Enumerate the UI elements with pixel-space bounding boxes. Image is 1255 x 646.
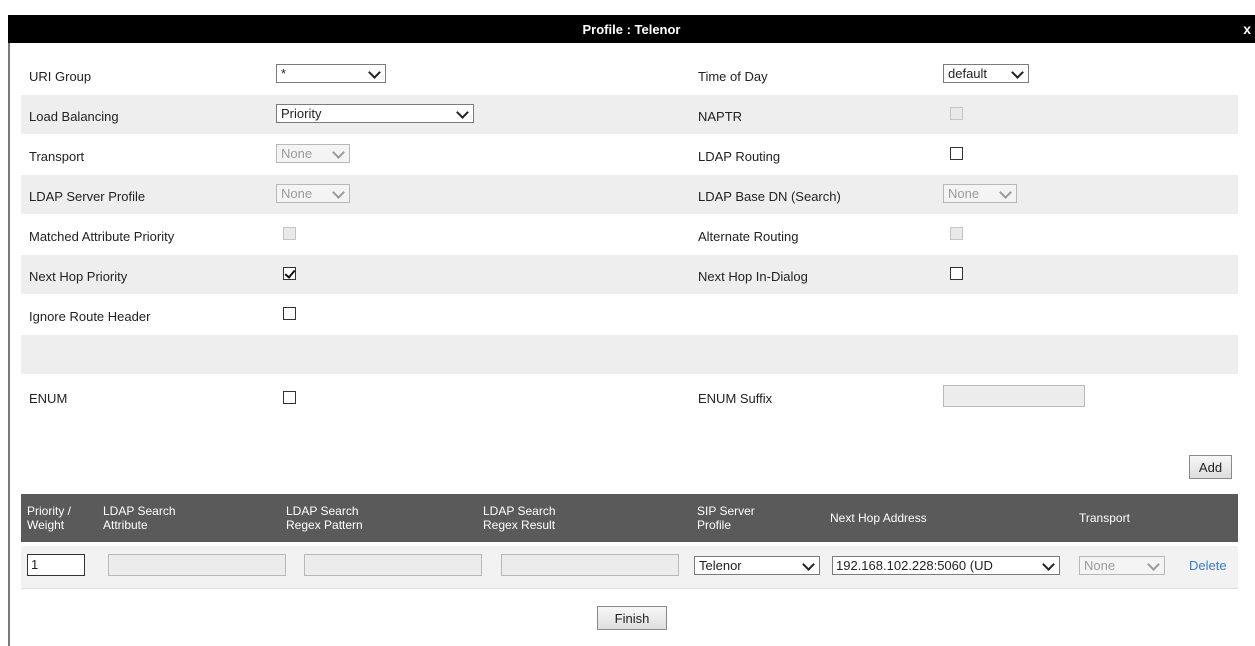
ldap-search-attribute-input[interactable]: [108, 554, 286, 576]
sip-server-profile-select[interactable]: Telenor: [694, 556, 820, 575]
enum-suffix-input[interactable]: [943, 385, 1085, 407]
alternate-routing-checkbox[interactable]: [950, 227, 963, 240]
form-row: ENUM ENUM Suffix: [21, 375, 1238, 418]
ldap-routing-checkbox[interactable]: [950, 147, 963, 160]
form-row: Next Hop Priority Next Hop In-Dialog: [21, 255, 1238, 295]
ignore-route-header-label: Ignore Route Header: [29, 309, 151, 324]
header-ldap-search-attribute: LDAP Search Attribute: [103, 504, 176, 532]
transport-row-select[interactable]: None: [1079, 556, 1165, 575]
header-ldap-regex-pattern: LDAP Search Regex Pattern: [286, 504, 363, 532]
matched-attribute-priority-label: Matched Attribute Priority: [29, 229, 175, 244]
enum-label: ENUM: [29, 391, 68, 406]
form-row: Transport None LDAP Routing: [21, 135, 1238, 175]
finish-button[interactable]: Finish: [597, 606, 667, 630]
form-row-spacer: [21, 335, 1238, 375]
ldap-regex-pattern-input[interactable]: [304, 554, 482, 576]
ldap-base-dn-select[interactable]: None: [943, 184, 1017, 203]
load-balancing-label: Load Balancing: [29, 109, 119, 124]
profile-form: URI Group * Time of Day default Load Bal…: [21, 55, 1238, 418]
transport-row-value: None: [1084, 558, 1116, 573]
load-balancing-select[interactable]: Priority: [276, 104, 474, 123]
form-row: Ignore Route Header: [21, 295, 1238, 335]
chevron-down-icon: [1042, 558, 1055, 571]
ldap-server-profile-select[interactable]: None: [276, 184, 350, 203]
next-hop-priority-checkbox[interactable]: [283, 267, 296, 280]
header-transport: Transport: [1079, 511, 1130, 525]
header-next-hop-address: Next Hop Address: [830, 511, 927, 525]
header-text: LDAP Search: [103, 504, 176, 518]
header-text: LDAP Search: [483, 504, 556, 518]
chevron-down-icon: [802, 558, 815, 571]
time-of-day-value: default: [948, 66, 988, 81]
priority-cell: 1: [27, 554, 85, 576]
header-text: Profile: [697, 518, 732, 532]
header-text: Priority /: [27, 504, 72, 518]
transport-label: Transport: [29, 149, 85, 164]
header-text: Weight: [27, 518, 65, 532]
header-text: Regex Pattern: [286, 518, 363, 532]
form-row: URI Group * Time of Day default: [21, 55, 1238, 95]
header-text: Regex Result: [483, 518, 556, 532]
header-ldap-regex-result: LDAP Search Regex Result: [483, 504, 556, 532]
ldap-base-dn-value: None: [948, 186, 980, 201]
chevron-down-icon: [368, 66, 381, 79]
chevron-down-icon: [456, 106, 469, 119]
close-icon[interactable]: x: [1243, 21, 1251, 37]
enum-checkbox[interactable]: [283, 391, 296, 404]
naptr-checkbox[interactable]: [950, 107, 963, 120]
header-text: Attribute: [103, 518, 148, 532]
chevron-down-icon: [1147, 558, 1160, 571]
header-priority-weight: Priority / Weight: [27, 504, 71, 532]
form-row: LDAP Server Profile None LDAP Base DN (S…: [21, 175, 1238, 215]
next-hop-in-dialog-checkbox[interactable]: [950, 267, 963, 280]
next-hop-in-dialog-label: Next Hop In-Dialog: [698, 269, 808, 284]
matched-attribute-priority-checkbox[interactable]: [283, 227, 296, 240]
add-button[interactable]: Add: [1189, 455, 1232, 479]
time-of-day-select[interactable]: default: [943, 64, 1029, 83]
ldap-server-profile-value: None: [281, 186, 313, 201]
ignore-route-header-checkbox[interactable]: [283, 307, 296, 320]
header-text: SIP Server: [697, 504, 755, 518]
next-hop-address-value: 192.168.102.228:5060 (UD: [836, 558, 993, 573]
uri-group-select[interactable]: *: [276, 64, 386, 83]
next-hop-table-header: Priority / Weight LDAP Search Attribute …: [21, 494, 1238, 542]
priority-input[interactable]: 1: [27, 554, 85, 576]
chevron-down-icon: [332, 146, 345, 159]
naptr-label: NAPTR: [698, 109, 743, 124]
transport-select[interactable]: None: [276, 144, 350, 163]
sip-server-profile-value: Telenor: [699, 558, 742, 573]
chevron-down-icon: [1011, 66, 1024, 79]
chevron-down-icon: [332, 186, 345, 199]
delete-link[interactable]: Delete: [1189, 558, 1227, 573]
ldap-routing-label: LDAP Routing: [698, 149, 781, 164]
uri-group-value: *: [281, 66, 287, 81]
uri-group-label: URI Group: [29, 69, 92, 84]
ldap-server-profile-label: LDAP Server Profile: [29, 189, 146, 204]
enum-suffix-label: ENUM Suffix: [698, 391, 773, 406]
time-of-day-label: Time of Day: [698, 69, 768, 84]
chevron-down-icon: [999, 186, 1012, 199]
table-row: 1 Telenor 192.168.102.228:5060 (UD None …: [21, 546, 1238, 589]
form-row: Load Balancing Priority NAPTR: [21, 95, 1238, 135]
dialog-titlebar: Profile : Telenor x: [8, 15, 1255, 43]
ldap-regex-result-input[interactable]: [501, 554, 679, 576]
header-sip-server-profile: SIP Server Profile: [697, 504, 755, 532]
header-text: LDAP Search: [286, 504, 359, 518]
ldap-base-dn-label: LDAP Base DN (Search): [698, 189, 841, 204]
next-hop-priority-label: Next Hop Priority: [29, 269, 128, 284]
load-balancing-value: Priority: [281, 106, 322, 121]
dialog-title: Profile : Telenor: [582, 22, 681, 37]
transport-value: None: [281, 146, 313, 161]
form-row: Matched Attribute Priority Alternate Rou…: [21, 215, 1238, 255]
alternate-routing-label: Alternate Routing: [698, 229, 799, 244]
next-hop-address-select[interactable]: 192.168.102.228:5060 (UD: [832, 556, 1060, 575]
